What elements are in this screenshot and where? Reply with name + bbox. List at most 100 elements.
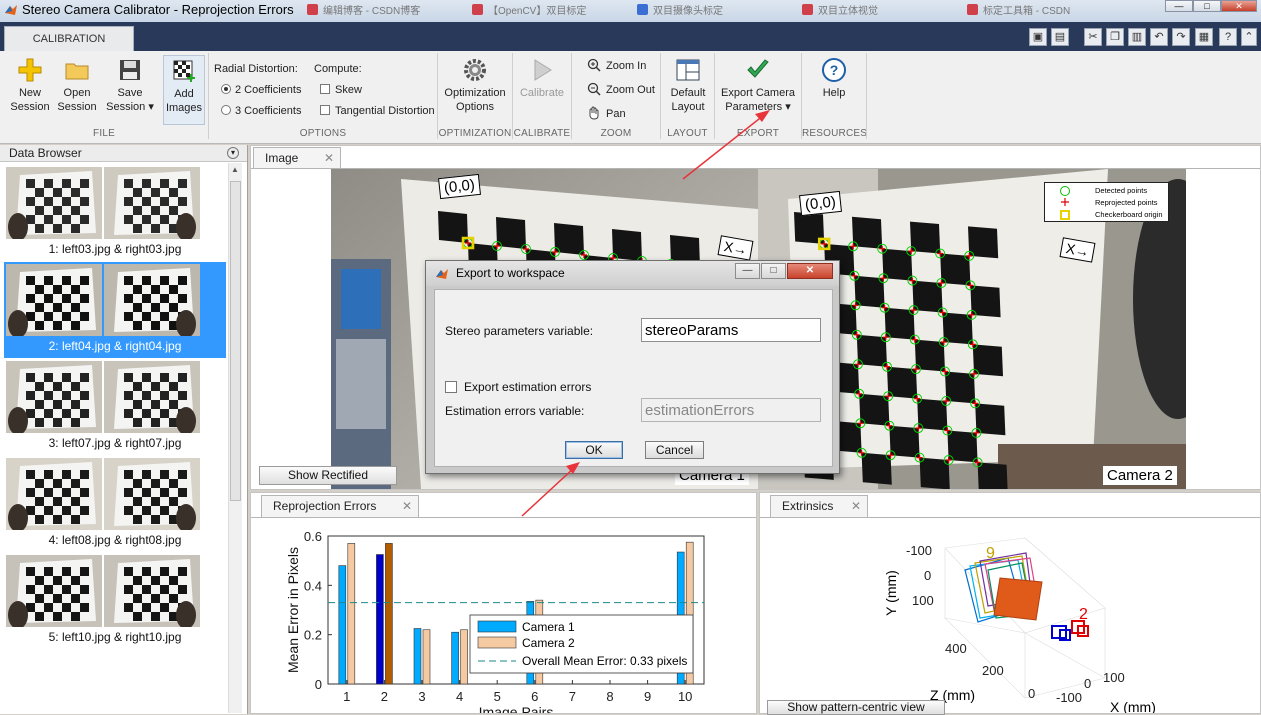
show-pattern-centric-view-button[interactable]: Show pattern-centric view (767, 700, 945, 715)
dialog-minimize-button[interactable]: — (735, 263, 760, 279)
radio-2-coefficients[interactable]: 2 Coefficients (221, 84, 301, 96)
ribbon-tabstrip (0, 22, 1261, 51)
calibrate-button[interactable]: Calibrate (517, 55, 567, 100)
divider (208, 53, 209, 139)
radio-3-coefficients[interactable]: 3 Coefficients (221, 105, 301, 117)
data-browser-scrollbar[interactable]: ▲ (228, 163, 242, 713)
image-pair-item[interactable]: 2: left04.jpg & right04.jpg (4, 262, 226, 358)
tab-image-label: Image (265, 151, 299, 165)
copy-icon[interactable]: ❐ (1106, 28, 1124, 46)
redo-icon[interactable]: ↷ (1172, 28, 1190, 46)
export-camera-parameters-button[interactable]: Export Camera Parameters ▾ (718, 55, 798, 114)
browser-tab[interactable]: 【OpenCV】双目标定 (470, 2, 620, 18)
default-layout-button[interactable]: Default Layout (666, 55, 710, 114)
window-title: Stereo Camera Calibrator - Reprojection … (22, 2, 294, 17)
close-window-button[interactable]: ✕ (1221, 0, 1257, 12)
close-tab-icon[interactable]: ✕ (324, 148, 334, 168)
x-tick-label: 2 (381, 689, 388, 704)
tab-calibration[interactable]: CALIBRATION (4, 26, 134, 52)
browser-tab[interactable]: 双目立体视觉 (800, 2, 950, 18)
browser-tab[interactable]: 编辑博客 - CSDN博客 (305, 2, 455, 18)
radio-selected-icon (221, 84, 231, 94)
z-tick: 400 (945, 641, 967, 656)
browser-tab[interactable]: 标定工具箱 - CSDN (965, 2, 1115, 18)
divider (512, 53, 513, 139)
panel-menu-icon[interactable]: ▾ (227, 147, 239, 159)
browser-tab[interactable]: 双目摄像头标定 (635, 2, 785, 18)
x-tick-label: 7 (569, 689, 576, 704)
help-button[interactable]: ? Help (814, 55, 854, 100)
ok-button[interactable]: OK (565, 441, 623, 459)
help-circle-icon: ? (822, 58, 846, 82)
window-layout-icon[interactable]: ▦ (1195, 28, 1213, 46)
dialog-maximize-button[interactable]: □ (761, 263, 786, 279)
image-pair-item[interactable]: 4: left08.jpg & right08.jpg (4, 456, 226, 552)
checkbox-icon (445, 381, 457, 393)
image-pair-item[interactable]: 3: left07.jpg & right07.jpg (4, 359, 226, 455)
play-icon (534, 59, 552, 81)
cancel-button[interactable]: Cancel (645, 441, 704, 459)
skew-checkbox[interactable]: Skew (320, 84, 362, 96)
optimization-options-button[interactable]: Optimization Options (441, 55, 509, 114)
tab-reprojection-errors[interactable]: Reprojection Errors ✕ (261, 495, 419, 517)
close-tab-icon[interactable]: ✕ (851, 496, 861, 516)
data-browser-panel: Data Browser ▾ 1: left03.jpg & right03.j… (0, 145, 248, 714)
checkmark-icon (747, 59, 769, 78)
zoom-out-button[interactable]: Zoom Out (587, 82, 655, 96)
x-axis-label: Image Pairs (479, 704, 554, 713)
cut-icon[interactable]: ✂ (1084, 28, 1102, 46)
reprojection-errors-chart[interactable]: 1 2 3 4 5 6 7 8 9 10 0 0.2 0.4 0.6Mean Error in Pixel… (251, 518, 756, 713)
tab-image[interactable]: Image ✕ (253, 147, 341, 169)
add-images-button[interactable]: Add Images (163, 55, 205, 125)
estimation-errors-input[interactable] (641, 398, 821, 422)
paste-icon[interactable]: ▥ (1128, 28, 1146, 46)
save-session-button[interactable]: Save Session ▾ (104, 55, 156, 114)
extrinsics-3d-plot[interactable]: 2 9 -100 0 100 400 200 0 -100 0 100 Y (m… (760, 518, 1260, 713)
expand-icon[interactable]: ⌃ (1241, 28, 1257, 46)
show-rectified-button[interactable]: Show Rectified (259, 466, 397, 485)
checkbox-label: Tangential Distortion (335, 105, 435, 117)
floppy-icon (120, 60, 140, 80)
image-pair-item[interactable]: 1: left03.jpg & right03.jpg (4, 165, 226, 261)
x-axis-label: X (mm) (1110, 699, 1156, 713)
tangential-distortion-checkbox[interactable]: Tangential Distortion (320, 105, 435, 117)
y-tick: 100 (912, 593, 934, 608)
tab-extrinsics[interactable]: Extrinsics ✕ (770, 495, 868, 517)
right-thumbnail (104, 555, 200, 627)
ribbon-toolstrip: New Session Open Session Save Session ▾ … (0, 51, 1261, 144)
save-icon[interactable]: ▤ (1051, 28, 1069, 46)
divider (660, 53, 661, 139)
legend-swatch-camera2 (477, 636, 517, 649)
scroll-up-icon[interactable]: ▲ (231, 165, 239, 174)
right-thumbnail (104, 167, 200, 239)
undo-icon[interactable]: ↶ (1150, 28, 1168, 46)
dialog-titlebar: Export to workspace — □ ✕ (426, 261, 839, 286)
quick-access-icon[interactable]: ▣ (1029, 28, 1047, 46)
svg-text:?: ? (830, 62, 839, 78)
minimize-button[interactable]: — (1165, 0, 1193, 12)
scrollbar-thumb[interactable] (230, 181, 241, 501)
image-pair-label: 1: left03.jpg & right03.jpg (48, 242, 182, 256)
stereo-params-input[interactable] (641, 318, 821, 342)
plus-icon (18, 58, 42, 82)
pan-button[interactable]: Pan (587, 106, 626, 120)
radio-label: 2 Coefficients (235, 84, 302, 96)
open-session-button[interactable]: Open Session (55, 55, 99, 114)
bar-camera1 (413, 628, 422, 685)
close-tab-icon[interactable]: ✕ (402, 496, 412, 516)
z-tick: 0 (1028, 686, 1035, 701)
left-thumbnail (6, 458, 102, 530)
right-thumbnail (104, 458, 200, 530)
export-errors-checkbox[interactable]: Export estimation errors (445, 380, 591, 394)
maximize-button[interactable]: □ (1193, 0, 1221, 12)
divider (866, 53, 867, 139)
help-icon[interactable]: ? (1219, 28, 1237, 46)
zoom-in-button[interactable]: Zoom In (587, 58, 646, 72)
new-session-button[interactable]: New Session (8, 55, 52, 114)
background-browser-tabs: 编辑博客 - CSDN博客 【OpenCV】双目标定 双目摄像头标定 双目立体视… (305, 0, 1135, 20)
matlab-icon (436, 269, 448, 279)
legend-reprojected: Reprojected points (1095, 198, 1158, 207)
image-pair-item[interactable]: 5: left10.jpg & right10.jpg (4, 553, 226, 649)
x-tick-label: 6 (531, 689, 538, 704)
dialog-close-button[interactable]: ✕ (787, 263, 833, 279)
